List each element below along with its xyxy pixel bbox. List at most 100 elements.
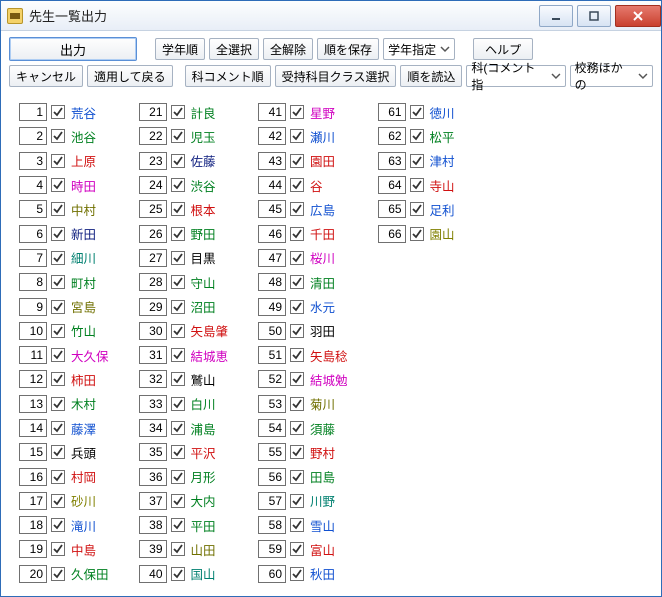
teacher-checkbox[interactable] (171, 300, 185, 314)
teacher-number-input[interactable]: 46 (258, 225, 286, 243)
teacher-checkbox[interactable] (290, 494, 304, 508)
teacher-checkbox[interactable] (171, 105, 185, 119)
teacher-number-input[interactable]: 52 (258, 370, 286, 388)
teacher-checkbox[interactable] (51, 154, 65, 168)
save-order-button[interactable]: 順を保存 (317, 38, 379, 60)
teacher-number-input[interactable]: 45 (258, 200, 286, 218)
teacher-checkbox[interactable] (51, 348, 65, 362)
teacher-number-input[interactable]: 62 (378, 127, 406, 145)
teacher-checkbox[interactable] (51, 372, 65, 386)
teacher-checkbox[interactable] (171, 542, 185, 556)
teacher-checkbox[interactable] (171, 348, 185, 362)
teacher-checkbox[interactable] (410, 105, 424, 119)
teacher-checkbox[interactable] (171, 421, 185, 435)
teacher-checkbox[interactable] (290, 178, 304, 192)
teacher-number-input[interactable]: 53 (258, 395, 286, 413)
teacher-number-input[interactable]: 58 (258, 516, 286, 534)
deselect-all-button[interactable]: 全解除 (263, 38, 313, 60)
teacher-number-input[interactable]: 64 (378, 176, 406, 194)
teacher-checkbox[interactable] (290, 105, 304, 119)
teacher-number-input[interactable]: 56 (258, 468, 286, 486)
teacher-checkbox[interactable] (290, 300, 304, 314)
grade-select[interactable]: 学年指定 (383, 38, 455, 60)
teacher-checkbox[interactable] (171, 470, 185, 484)
teacher-checkbox[interactable] (171, 227, 185, 241)
teacher-number-input[interactable]: 38 (139, 516, 167, 534)
teacher-number-input[interactable]: 3 (19, 152, 47, 170)
teacher-number-input[interactable]: 15 (19, 443, 47, 461)
teacher-checkbox[interactable] (171, 202, 185, 216)
teacher-checkbox[interactable] (51, 275, 65, 289)
teacher-number-input[interactable]: 65 (378, 200, 406, 218)
teacher-number-input[interactable]: 42 (258, 127, 286, 145)
teacher-number-input[interactable]: 50 (258, 322, 286, 340)
teacher-checkbox[interactable] (171, 445, 185, 459)
teacher-number-input[interactable]: 34 (139, 419, 167, 437)
teacher-checkbox[interactable] (171, 129, 185, 143)
teacher-checkbox[interactable] (410, 129, 424, 143)
teacher-number-input[interactable]: 1 (19, 103, 47, 121)
teacher-number-input[interactable]: 26 (139, 225, 167, 243)
subject-comment-select[interactable]: 科(コメント指 (466, 65, 565, 87)
teacher-number-input[interactable]: 25 (139, 200, 167, 218)
minimize-button[interactable] (539, 5, 573, 27)
teacher-number-input[interactable]: 11 (19, 346, 47, 364)
teacher-checkbox[interactable] (410, 178, 424, 192)
teacher-checkbox[interactable] (171, 178, 185, 192)
teacher-number-input[interactable]: 4 (19, 176, 47, 194)
teacher-checkbox[interactable] (51, 227, 65, 241)
teacher-number-input[interactable]: 63 (378, 152, 406, 170)
school-duty-select[interactable]: 校務ほかの (570, 65, 653, 87)
teacher-checkbox[interactable] (171, 251, 185, 265)
teacher-checkbox[interactable] (51, 251, 65, 265)
teacher-checkbox[interactable] (410, 154, 424, 168)
teacher-checkbox[interactable] (51, 300, 65, 314)
teacher-number-input[interactable]: 7 (19, 249, 47, 267)
teacher-number-input[interactable]: 2 (19, 127, 47, 145)
teacher-checkbox[interactable] (51, 129, 65, 143)
comment-order-button[interactable]: 科コメント順 (185, 65, 271, 87)
teacher-checkbox[interactable] (51, 397, 65, 411)
teacher-number-input[interactable]: 55 (258, 443, 286, 461)
teacher-checkbox[interactable] (51, 494, 65, 508)
teacher-number-input[interactable]: 37 (139, 492, 167, 510)
teacher-checkbox[interactable] (51, 470, 65, 484)
teacher-checkbox[interactable] (290, 397, 304, 411)
teacher-number-input[interactable]: 9 (19, 298, 47, 316)
teacher-checkbox[interactable] (51, 445, 65, 459)
teacher-checkbox[interactable] (51, 324, 65, 338)
teacher-number-input[interactable]: 18 (19, 516, 47, 534)
teacher-checkbox[interactable] (171, 324, 185, 338)
teacher-checkbox[interactable] (410, 202, 424, 216)
teacher-checkbox[interactable] (51, 518, 65, 532)
teacher-number-input[interactable]: 14 (19, 419, 47, 437)
teacher-number-input[interactable]: 20 (19, 565, 47, 583)
teacher-number-input[interactable]: 31 (139, 346, 167, 364)
subject-class-select-button[interactable]: 受持科目クラス選択 (275, 65, 397, 87)
teacher-checkbox[interactable] (290, 227, 304, 241)
teacher-number-input[interactable]: 29 (139, 298, 167, 316)
teacher-number-input[interactable]: 39 (139, 540, 167, 558)
teacher-checkbox[interactable] (171, 494, 185, 508)
teacher-checkbox[interactable] (290, 129, 304, 143)
teacher-number-input[interactable]: 23 (139, 152, 167, 170)
teacher-number-input[interactable]: 47 (258, 249, 286, 267)
teacher-checkbox[interactable] (51, 105, 65, 119)
teacher-checkbox[interactable] (290, 445, 304, 459)
teacher-checkbox[interactable] (290, 324, 304, 338)
teacher-number-input[interactable]: 51 (258, 346, 286, 364)
teacher-checkbox[interactable] (290, 542, 304, 556)
output-button[interactable]: 出力 (9, 37, 137, 61)
teacher-number-input[interactable]: 60 (258, 565, 286, 583)
teacher-number-input[interactable]: 44 (258, 176, 286, 194)
teacher-checkbox[interactable] (171, 397, 185, 411)
teacher-number-input[interactable]: 13 (19, 395, 47, 413)
apply-back-button[interactable]: 適用して戻る (87, 65, 173, 87)
teacher-checkbox[interactable] (290, 202, 304, 216)
teacher-checkbox[interactable] (290, 421, 304, 435)
teacher-number-input[interactable]: 66 (378, 225, 406, 243)
teacher-number-input[interactable]: 21 (139, 103, 167, 121)
teacher-number-input[interactable]: 17 (19, 492, 47, 510)
select-all-button[interactable]: 全選択 (209, 38, 259, 60)
teacher-number-input[interactable]: 33 (139, 395, 167, 413)
